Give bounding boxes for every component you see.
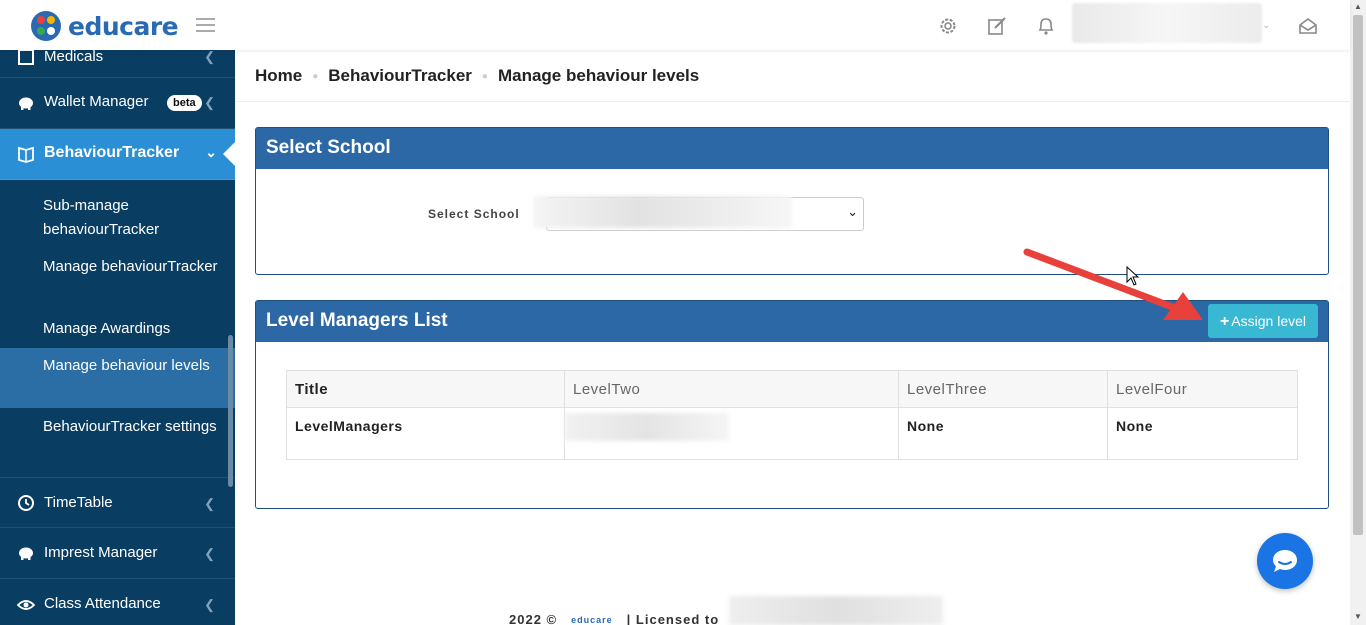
sidebar-item-timetable[interactable]: TimeTable ❮ bbox=[0, 477, 235, 528]
chevron-left-icon: ❮ bbox=[204, 597, 215, 612]
chevron-left-icon: ❮ bbox=[204, 50, 215, 64]
edit-icon[interactable] bbox=[987, 16, 1007, 36]
breadcrumb-home[interactable]: Home bbox=[255, 66, 302, 86]
eye-icon bbox=[17, 600, 35, 610]
footer-logo: educare bbox=[571, 614, 613, 625]
bell-icon[interactable] bbox=[1036, 16, 1056, 36]
chevron-left-icon: ❮ bbox=[204, 496, 215, 511]
mouse-cursor-icon bbox=[1126, 266, 1140, 286]
educare-logo[interactable]: educare bbox=[30, 10, 179, 42]
redacted-value bbox=[565, 413, 729, 441]
logo-icon bbox=[31, 11, 61, 41]
scroll-thumb[interactable] bbox=[1353, 15, 1363, 535]
sidebar-item-wallet-manager[interactable]: Wallet Manager beta ❮ bbox=[0, 78, 235, 129]
chat-button[interactable] bbox=[1257, 533, 1313, 589]
sidebar-item-label: Wallet Manager bbox=[44, 93, 149, 110]
footer-licensed: | Licensed to bbox=[626, 612, 720, 625]
column-header-title: Title bbox=[286, 370, 565, 408]
sidebar-item-label: TimeTable bbox=[44, 494, 113, 511]
active-indicator bbox=[223, 142, 235, 166]
chevron-down-icon: ⌄ bbox=[847, 204, 858, 219]
sidebar-scrollbar[interactable] bbox=[228, 335, 233, 487]
assign-level-button[interactable]: + Assign level bbox=[1207, 304, 1318, 338]
panel-title: Level Managers List bbox=[266, 310, 448, 331]
sidebar-item-label: BehaviourTracker bbox=[44, 144, 180, 161]
divider bbox=[235, 101, 1350, 102]
sidebar-item-behaviourtracker[interactable]: BehaviourTracker ⌄ bbox=[0, 129, 235, 180]
user-menu[interactable] bbox=[1072, 3, 1262, 43]
scroll-up-icon[interactable]: ▲ bbox=[1354, 2, 1362, 11]
select-school-label: Select School bbox=[428, 207, 520, 221]
sidebar-item-label: Class Attendance bbox=[44, 595, 161, 612]
breadcrumb-current: Manage behaviour levels bbox=[497, 66, 700, 85]
beta-badge: beta bbox=[167, 95, 202, 111]
level-managers-panel: Level Managers List + Assign level Title … bbox=[255, 300, 1329, 509]
level-managers-table: Title LevelTwo LevelThree LevelFour Leve… bbox=[286, 370, 1298, 460]
table-header-row: Title LevelTwo LevelThree LevelFour bbox=[286, 370, 1298, 408]
book-icon bbox=[18, 146, 34, 163]
breadcrumb-separator: ● bbox=[312, 70, 319, 82]
piggy-bank-icon bbox=[19, 547, 33, 560]
column-header-levelthree: LevelThree bbox=[898, 370, 1108, 408]
panel-title: Select School bbox=[256, 128, 1328, 169]
chevron-left-icon: ❮ bbox=[204, 546, 215, 561]
sidebar-subitem-manage-behaviour-levels[interactable]: Manage behaviour levels bbox=[0, 348, 235, 408]
clock-icon bbox=[18, 495, 34, 511]
sidebar: Medicals ❮ Wallet Manager beta ❮ Behavio… bbox=[0, 50, 235, 625]
breadcrumb-section[interactable]: BehaviourTracker bbox=[328, 66, 472, 86]
cell-title: LevelManagers bbox=[286, 407, 565, 460]
piggy-bank-icon bbox=[19, 97, 33, 110]
logo-text: educare bbox=[68, 11, 179, 41]
scroll-down-icon[interactable]: ▼ bbox=[1354, 612, 1362, 621]
cell-leveltwo bbox=[564, 407, 899, 460]
sidebar-item-medicals[interactable]: Medicals ❮ bbox=[0, 50, 235, 78]
page-scrollbar[interactable]: ▲ ▼ bbox=[1350, 0, 1366, 625]
footer-copyright: 2022 © bbox=[509, 612, 558, 625]
chevron-left-icon: ❮ bbox=[204, 95, 215, 110]
assign-level-label: Assign level bbox=[1231, 313, 1306, 329]
sidebar-item-imprest-manager[interactable]: Imprest Manager ❮ bbox=[0, 528, 235, 579]
sidebar-item-label: Medicals bbox=[44, 50, 104, 65]
cell-levelfour: None bbox=[1107, 407, 1298, 460]
breadcrumb-separator: ● bbox=[481, 70, 488, 82]
chat-bubble-icon bbox=[1273, 550, 1297, 572]
sidebar-subitem-manage-awardings[interactable]: Manage Awardings bbox=[0, 317, 235, 341]
top-bar: educare ⌄ bbox=[0, 0, 1350, 50]
chevron-down-icon: ⌄ bbox=[205, 144, 217, 160]
mail-open-icon[interactable] bbox=[1298, 16, 1318, 36]
school-select-value bbox=[534, 196, 792, 228]
sidebar-item-class-attendance[interactable]: Class Attendance ❮ bbox=[0, 579, 235, 625]
table-row: LevelManagers None None bbox=[286, 407, 1298, 460]
cell-levelthree: None bbox=[898, 407, 1108, 460]
sidebar-subitem-behaviourtracker-settings[interactable]: BehaviourTracker settings bbox=[0, 415, 235, 439]
column-header-levelfour: LevelFour bbox=[1107, 370, 1298, 408]
plus-icon: + bbox=[1219, 313, 1230, 330]
footer: 2022 © educare | Licensed to bbox=[509, 612, 719, 625]
menu-toggle-icon[interactable] bbox=[196, 18, 215, 32]
sidebar-item-label: Imprest Manager bbox=[44, 544, 158, 561]
licensee-name bbox=[729, 596, 943, 625]
breadcrumb: Home ● BehaviourTracker ● Manage behavio… bbox=[255, 66, 699, 86]
annotation-arrow bbox=[1023, 248, 1203, 320]
medical-icon bbox=[18, 50, 34, 65]
column-header-leveltwo: LevelTwo bbox=[564, 370, 899, 408]
sidebar-subitem-manage-behaviourtracker[interactable]: Manage behaviourTracker bbox=[0, 255, 235, 279]
chevron-down-icon[interactable]: ⌄ bbox=[1262, 20, 1270, 31]
gear-icon[interactable] bbox=[938, 16, 958, 36]
sidebar-subitem-sub-manage[interactable]: Sub-manage behaviourTracker bbox=[0, 194, 235, 242]
